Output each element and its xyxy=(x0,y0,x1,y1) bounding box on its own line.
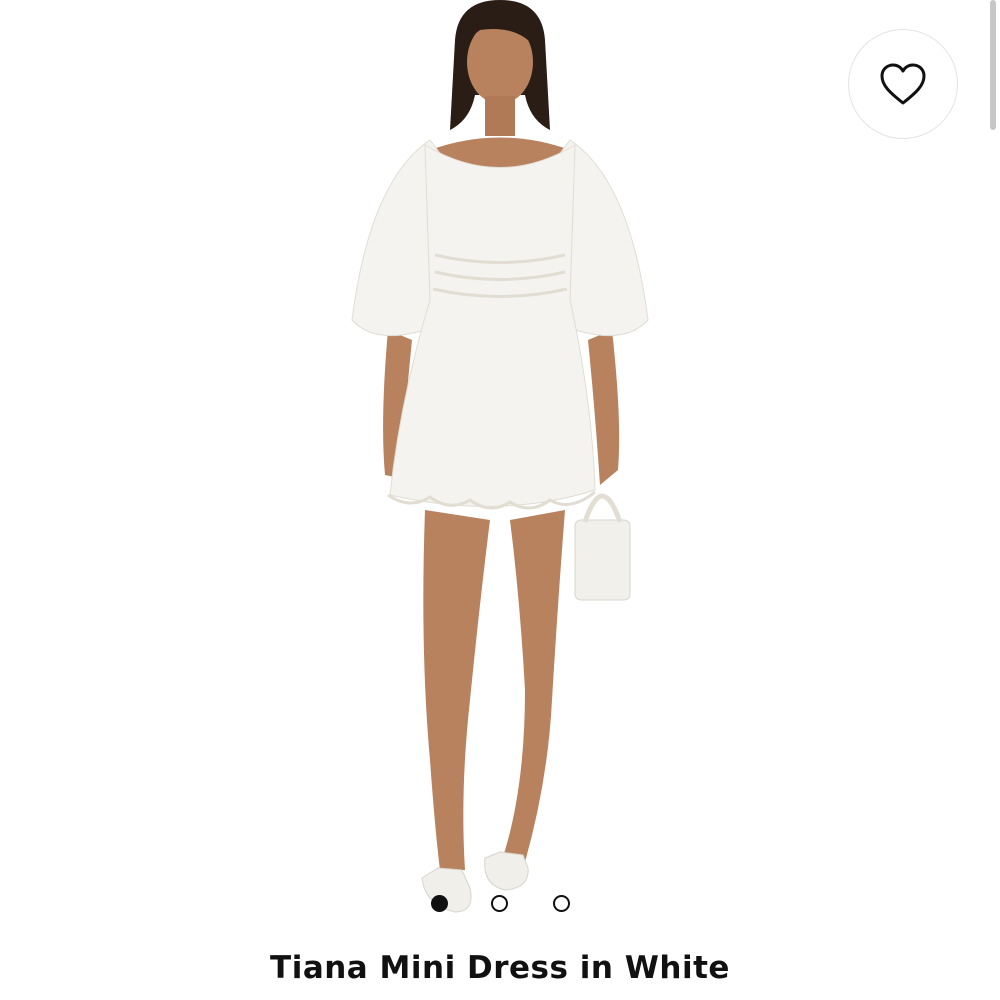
wishlist-button[interactable] xyxy=(848,29,958,139)
carousel-dot-2[interactable] xyxy=(491,895,508,912)
product-image[interactable] xyxy=(330,0,670,935)
carousel-dot-1[interactable] xyxy=(431,895,448,912)
scrollbar[interactable] xyxy=(990,0,996,130)
product-title: Tiana Mini Dress in White xyxy=(270,950,730,986)
heart-icon xyxy=(880,63,926,105)
carousel-dots xyxy=(425,893,585,917)
carousel-dot-3[interactable] xyxy=(553,895,570,912)
product-page: Tiana Mini Dress in White xyxy=(0,0,1000,1000)
